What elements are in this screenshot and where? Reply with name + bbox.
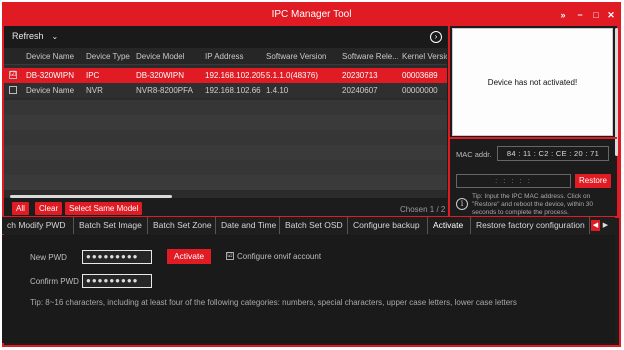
empty-row — [4, 160, 447, 175]
tab-configure-backup[interactable]: Configure backup — [348, 217, 428, 234]
row-checkbox[interactable]: ☑ — [9, 71, 17, 79]
empty-row — [4, 115, 447, 130]
tab-scroll-left-icon[interactable]: ◀ — [591, 220, 600, 231]
mac-address-label: MAC addr. — [456, 150, 492, 159]
tab-scroll-right-icon[interactable]: ▶ — [601, 220, 610, 231]
activation-status-message: Device has not activated! — [487, 78, 578, 87]
chevron-down-icon: ⌄ — [51, 32, 59, 41]
activate-button[interactable]: Activate — [167, 249, 211, 264]
refresh-label: Refresh — [12, 31, 44, 41]
column-header-device-name[interactable]: Device Name — [26, 52, 74, 61]
info-icon: i — [456, 198, 468, 210]
new-pwd-label: New PWD — [30, 253, 67, 262]
maximize-button[interactable]: □ — [588, 7, 604, 23]
tab-date-and-time[interactable]: Date and Time — [216, 217, 280, 234]
activate-panel: New PWD ●●●●●●●●● Activate ☑ Configure o… — [2, 235, 615, 343]
table-header: Device Name Device Type Device Model IP … — [4, 48, 447, 65]
window-title: IPC Manager Tool — [271, 9, 352, 20]
minimize-button[interactable]: − — [572, 7, 588, 23]
cell-device-model: NVR8-8200PFA — [136, 86, 193, 95]
cell-software-version: 5.1.1.0(48376) — [266, 71, 319, 80]
tab-restore-factory-configuration[interactable]: Restore factory configuration — [471, 217, 590, 234]
function-tabs: ch Modify PWD Batch Set Image Batch Set … — [2, 216, 615, 234]
column-header-kernel-version[interactable]: Kernel Versio — [402, 52, 447, 61]
select-same-model-button[interactable]: Select Same Model — [65, 202, 143, 215]
tab-activate[interactable]: Activate — [428, 217, 471, 234]
cell-device-name: Device Name — [26, 86, 75, 95]
tab-batch-set-zone[interactable]: Batch Set Zone — [148, 217, 216, 234]
cell-software-release: 20230713 — [342, 71, 378, 80]
password-tip: Tip: 8~16 characters, including at least… — [30, 298, 517, 307]
table-row[interactable]: Device Name NVR NVR8-8200PFA 192.168.102… — [4, 83, 447, 98]
tab-batch-set-image[interactable]: Batch Set Image — [74, 217, 148, 234]
column-header-ip-address[interactable]: IP Address — [205, 52, 244, 61]
confirm-password-field[interactable]: ●●●●●●●●● — [82, 274, 152, 288]
cell-kernel-version: 00000000 — [402, 86, 438, 95]
column-header-software-release[interactable]: Software Rele... — [342, 52, 398, 61]
mac-address-input[interactable]: : : : : : — [456, 174, 571, 188]
empty-row — [4, 145, 447, 160]
cell-device-type: IPC — [86, 71, 100, 80]
title-bar[interactable]: IPC Manager Tool » − □ ✕ — [4, 4, 619, 26]
cell-software-release: 20240607 — [342, 86, 378, 95]
configure-onvif-label: Configure onvif account — [237, 252, 322, 261]
action-bar: All Clear Select Same Model Chosen 1 / 2 — [4, 198, 447, 218]
empty-row — [4, 130, 447, 145]
cell-device-name: DB-320WIPN — [26, 71, 75, 80]
tab-batch-set-osd[interactable]: Batch Set OSD — [280, 217, 348, 234]
tab-batch-modify-pwd[interactable]: ch Modify PWD — [2, 217, 74, 234]
new-password-field[interactable]: ●●●●●●●●● — [82, 250, 152, 264]
restore-tip: Tip: Input the IPC MAC address. Click on… — [472, 193, 593, 216]
cell-software-version: 1.4.10 — [266, 86, 289, 95]
chosen-count: Chosen 1 / 2 — [400, 205, 446, 214]
panel-divider — [450, 137, 617, 139]
column-header-device-model[interactable]: Device Model — [136, 52, 184, 61]
toolbar: Refresh ⌄ › — [4, 26, 447, 48]
column-header-software-version[interactable]: Software Version — [266, 52, 326, 61]
confirm-pwd-label: Confirm PWD — [30, 277, 79, 286]
row-checkbox[interactable] — [9, 86, 17, 94]
cell-ip-address: 192.168.102.205 — [205, 71, 266, 80]
select-all-button[interactable]: All — [12, 202, 29, 215]
collapse-icon[interactable]: » — [555, 7, 571, 23]
cell-device-model: DB-320WIPN — [136, 71, 185, 80]
device-table: Device Name Device Type Device Model IP … — [4, 48, 447, 198]
column-header-device-type[interactable]: Device Type — [86, 52, 130, 61]
empty-row — [4, 100, 447, 115]
close-button[interactable]: ✕ — [603, 7, 619, 23]
cell-ip-address: 192.168.102.66 — [205, 86, 261, 95]
empty-row — [4, 175, 447, 190]
preview-pane: Device has not activated! — [452, 28, 613, 136]
restore-button[interactable]: Restore — [575, 174, 611, 188]
next-arrow-icon[interactable]: › — [430, 31, 442, 43]
refresh-button[interactable]: Refresh ⌄ — [12, 31, 58, 41]
mac-address-display: 84 : 11 : C2 : CE : 20 : 71 — [497, 146, 609, 161]
configure-onvif-checkbox[interactable]: ☑ — [226, 252, 234, 260]
right-panel: Device has not activated! MAC addr. 84 :… — [448, 26, 619, 218]
table-row[interactable]: ☑ DB-320WIPN IPC DB-320WIPN 192.168.102.… — [4, 68, 447, 83]
clear-button[interactable]: Clear — [35, 202, 63, 215]
cell-device-type: NVR — [86, 86, 103, 95]
cell-kernel-version: 00003689 — [402, 71, 438, 80]
